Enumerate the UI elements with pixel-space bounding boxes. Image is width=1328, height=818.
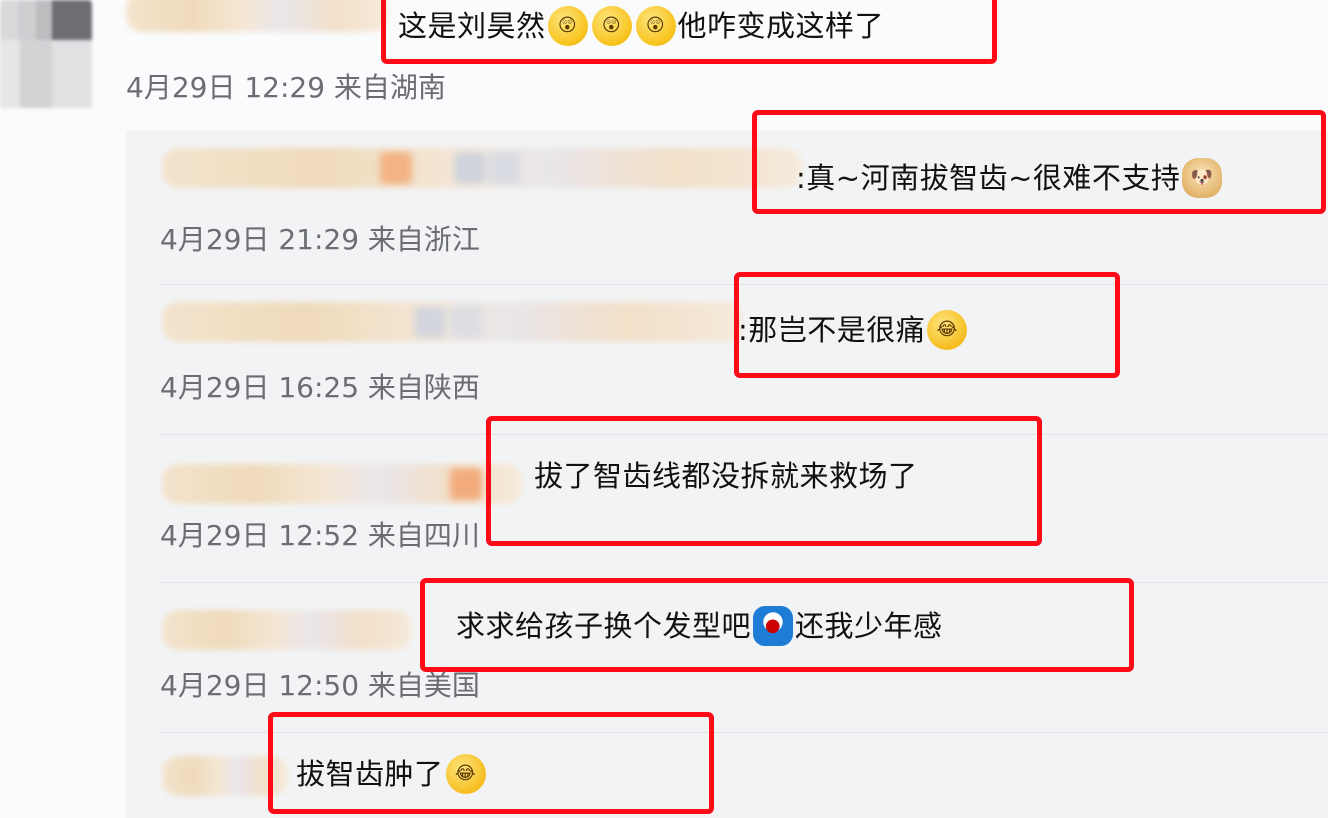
blurred-username [162, 610, 412, 650]
reply-meta: 4月29日 12:50 来自美国 [160, 669, 480, 702]
highlight-box [752, 110, 1326, 214]
comment-meta: 4月29日 12:29 来自湖南 [126, 71, 446, 104]
reply-meta: 4月29日 12:52 来自四川 [160, 519, 480, 552]
blurred-username [162, 148, 802, 188]
highlight-box [420, 578, 1134, 672]
blurred-username [162, 302, 742, 342]
reply-meta: 4月29日 16:25 来自陕西 [160, 371, 480, 404]
highlight-box [486, 416, 1042, 546]
highlight-box [268, 712, 714, 814]
blurred-username [126, 0, 388, 32]
highlight-box [734, 272, 1120, 378]
commenter-avatar[interactable] [0, 0, 92, 108]
highlight-box [381, 0, 997, 64]
reply-meta: 4月29日 21:29 来自浙江 [160, 223, 480, 256]
blurred-username [162, 464, 522, 504]
